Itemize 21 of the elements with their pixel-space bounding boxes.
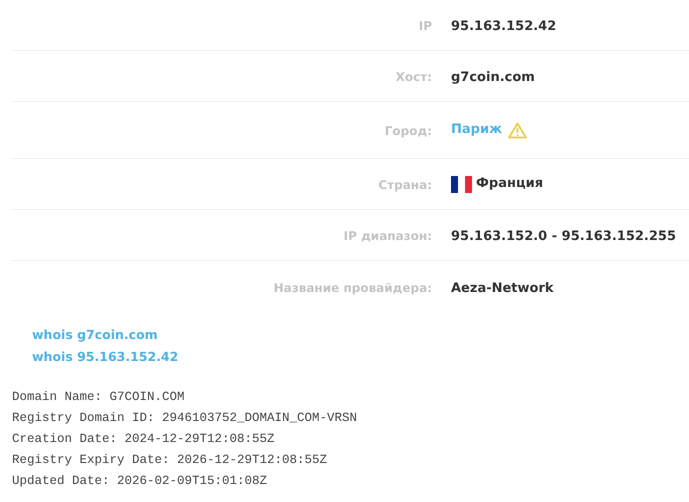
whois-line: Registry Expiry Date: 2026-12-29T12:08:55Z xyxy=(12,452,328,468)
info-label: Хост: xyxy=(396,70,432,84)
whois-line: Domain Name: G7COIN.COM xyxy=(12,388,185,406)
info-label: Город: xyxy=(384,124,432,138)
info-label: Название провайдера: xyxy=(274,280,432,294)
info-value: 95.163.152.42 xyxy=(451,19,556,34)
info-value: Франция xyxy=(476,175,544,194)
flag-icon xyxy=(451,176,472,192)
info-label: IP диапазон: xyxy=(344,229,432,243)
info-label: IP xyxy=(418,19,432,33)
info-value: Aeza-Network xyxy=(451,280,554,296)
info-label: Страна: xyxy=(378,178,432,192)
whois-line: Registry Domain ID: 2946103752_DOMAIN_COM-VRSN xyxy=(12,410,358,426)
whois-line: Updated Date: 2026-02-09T15:01:08Z xyxy=(12,472,268,490)
whois-link[interactable]: whois 95.163.152.42 xyxy=(32,348,178,366)
whois-link[interactable]: whois g7coin.com xyxy=(32,326,158,345)
info-value: 95.163.152.0 - 95.163.152.255 xyxy=(451,229,676,244)
info-value: g7coin.com xyxy=(451,70,535,85)
warning-icon xyxy=(508,122,528,138)
whois-line: Creation Date: 2024-12-29T12:08:55Z xyxy=(12,430,275,448)
city-link[interactable]: Париж xyxy=(451,120,502,140)
